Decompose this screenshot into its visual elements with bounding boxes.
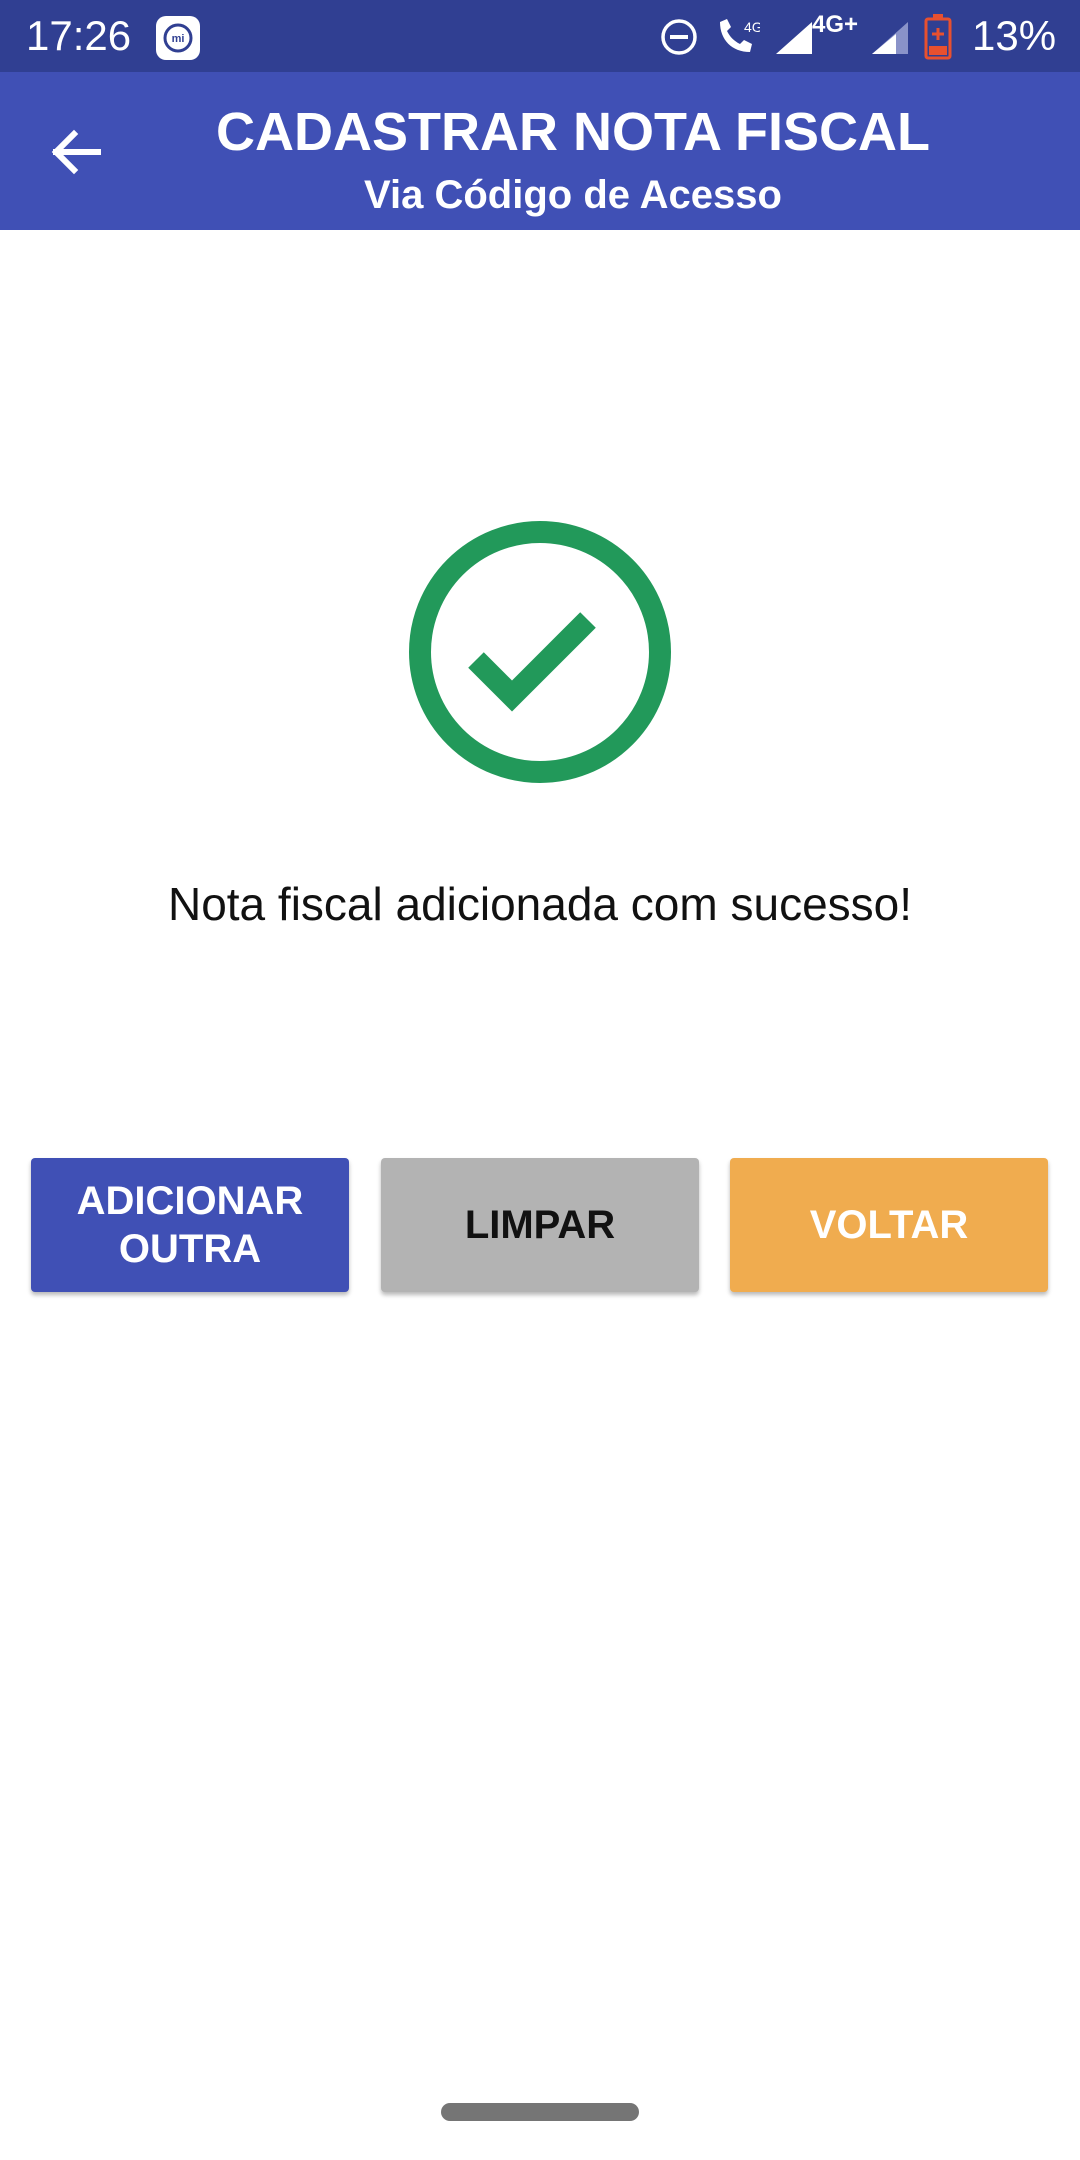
signal-icon (870, 20, 910, 56)
success-message: Nota fiscal adicionada com sucesso! (167, 878, 913, 930)
check-circle-icon (408, 520, 672, 784)
status-time: 17:26 (26, 12, 132, 59)
signal-icon (774, 20, 814, 56)
back-action-button[interactable]: VOLTAR (730, 1158, 1048, 1292)
clear-button[interactable]: LIMPAR (381, 1158, 699, 1292)
battery-percent: 13% (972, 12, 1057, 59)
mi-icon: mi (156, 16, 200, 60)
gesture-nav-handle[interactable] (441, 2103, 639, 2121)
page-subtitle: Via Código de Acesso (364, 173, 782, 217)
battery-low-icon (924, 14, 952, 60)
add-another-button[interactable]: ADICIONAR OUTRA (31, 1158, 349, 1292)
app-bar: CADASTRAR NOTA FISCAL Via Código de Aces… (0, 72, 1080, 230)
volte-call-icon: 4G (714, 14, 763, 58)
svg-text:mi: mi (172, 33, 185, 45)
status-bar: 17:26 mi 4G 4G+ 13% (0, 0, 1080, 72)
dnd-icon (660, 18, 698, 56)
network-type-label: 4G+ (812, 11, 859, 38)
call-network-label: 4G (744, 19, 760, 35)
page-title: CADASTRAR NOTA FISCAL (216, 102, 930, 162)
